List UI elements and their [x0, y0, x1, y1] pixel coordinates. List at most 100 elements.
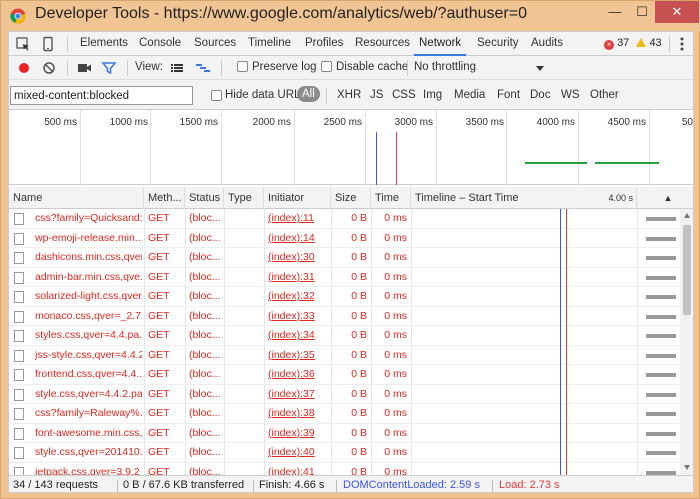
- scroll-down-icon[interactable]: [684, 465, 690, 470]
- table-row[interactable]: monaco.css,qver=_2.7.... GET (bloc... (inde…: [9, 307, 679, 326]
- chevron-down-icon[interactable]: [536, 66, 544, 71]
- type-filter-ws[interactable]: WS: [561, 89, 580, 101]
- request-initiator[interactable]: (index):11: [268, 209, 330, 228]
- overview-waterfall-icon[interactable]: [195, 60, 211, 76]
- table-row[interactable]: jss-style.css,qver=4.4.2... GET (bloc... (i…: [9, 346, 679, 365]
- file-icon: [14, 213, 24, 225]
- table-row[interactable]: font-awesome.min.css,... GET (bloc... (inde…: [9, 424, 679, 443]
- capture-screenshots-icon[interactable]: [76, 60, 92, 76]
- title-bar[interactable]: Developer Tools - https://www.google.com…: [1, 1, 700, 31]
- tab-console[interactable]: Console: [139, 32, 181, 56]
- request-initiator[interactable]: (index):39: [268, 424, 330, 443]
- preserve-log-checkbox[interactable]: [237, 61, 248, 72]
- table-scrollbar[interactable]: [680, 209, 693, 475]
- type-filter-xhr[interactable]: XHR: [337, 89, 361, 101]
- disable-cache-checkbox[interactable]: [321, 61, 332, 72]
- request-initiator[interactable]: (index):33: [268, 307, 330, 326]
- request-initiator[interactable]: (index):31: [268, 268, 330, 287]
- type-filter-img[interactable]: Img: [423, 89, 442, 101]
- filter-input[interactable]: [10, 86, 193, 105]
- column-status[interactable]: Status: [185, 187, 224, 209]
- overview-tick-label: 3500 ms: [465, 117, 504, 128]
- console-counts[interactable]: × 37 43: [604, 37, 662, 50]
- request-name: css?family=Raleway%...: [35, 407, 142, 419]
- table-row[interactable]: wp-emoji-release.min.... GET (bloc... (inde…: [9, 229, 679, 248]
- request-initiator[interactable]: (index):14: [268, 229, 330, 248]
- column-type[interactable]: Type: [224, 187, 264, 209]
- disable-cache-label[interactable]: Disable cache: [336, 61, 408, 73]
- table-row[interactable]: admin-bar.min.css,qve... GET (bloc... (inde…: [9, 268, 679, 287]
- tab-network[interactable]: Network: [414, 32, 467, 56]
- more-options-icon[interactable]: [676, 36, 688, 52]
- inspect-element-icon[interactable]: [15, 36, 31, 52]
- filter-icon[interactable]: [101, 60, 117, 76]
- overview-tick-label: 500 ms: [44, 117, 77, 128]
- network-overview[interactable]: 500 ms 1000 ms 1500 ms 2000 ms 2500 ms 3…: [9, 110, 693, 185]
- waterfall-bar: [646, 275, 676, 280]
- record-icon[interactable]: [16, 60, 32, 76]
- type-filter-other[interactable]: Other: [590, 89, 619, 101]
- request-name: admin-bar.min.css,qve...: [35, 270, 142, 283]
- column-initiator[interactable]: Initiator: [264, 187, 331, 209]
- tab-profiles[interactable]: Profiles: [305, 32, 343, 56]
- type-filter-all[interactable]: All: [297, 86, 320, 102]
- table-row[interactable]: style.css,qver=4.4.2.pa... GET (bloc... (in…: [9, 385, 679, 404]
- request-name: dashicons.min.css,qver...: [35, 251, 142, 263]
- tab-audits[interactable]: Audits: [531, 32, 563, 56]
- device-mode-icon[interactable]: [40, 36, 56, 52]
- close-button[interactable]: ✕: [655, 1, 699, 23]
- minimize-button[interactable]: —: [601, 1, 629, 23]
- request-time: 0 ms: [384, 212, 407, 224]
- column-time[interactable]: Time: [371, 187, 411, 209]
- tab-resources[interactable]: Resources: [355, 32, 410, 56]
- preserve-log-label[interactable]: Preserve log: [252, 61, 317, 73]
- type-filter-font[interactable]: Font: [497, 89, 520, 101]
- request-size: 0 B: [351, 426, 367, 439]
- request-size: 0 B: [351, 231, 367, 244]
- request-initiator[interactable]: (index):36: [268, 365, 330, 384]
- clear-icon[interactable]: [41, 60, 57, 76]
- throttling-select[interactable]: No throttling: [414, 61, 476, 73]
- request-initiator[interactable]: (index):30: [268, 248, 330, 267]
- table-row[interactable]: style.css,qver=201410... GET (bloc... (inde…: [9, 443, 679, 463]
- hide-data-urls-label[interactable]: Hide data URLs: [225, 89, 306, 101]
- type-filter-css[interactable]: CSS: [392, 89, 416, 101]
- type-filter-media[interactable]: Media: [454, 89, 485, 101]
- request-initiator[interactable]: (index):37: [268, 385, 330, 404]
- file-icon: [14, 291, 24, 303]
- table-row[interactable]: css?family=Quicksand:... GET (bloc... (inde…: [9, 209, 679, 229]
- large-rows-icon[interactable]: [169, 60, 185, 76]
- request-size: 0 B: [351, 407, 367, 419]
- table-row[interactable]: frontend.css,qver=4.4.... GET (bloc... (ind…: [9, 365, 679, 385]
- column-size[interactable]: Size: [331, 187, 371, 209]
- type-filter-doc[interactable]: Doc: [530, 89, 550, 101]
- request-initiator[interactable]: (index):35: [268, 346, 330, 365]
- request-initiator[interactable]: (index):38: [268, 404, 330, 423]
- table-row[interactable]: styles.css,qver=4.4.pa... GET (bloc... (ind…: [9, 326, 679, 346]
- column-name[interactable]: Name: [9, 187, 144, 209]
- table-row[interactable]: dashicons.min.css,qver... GET (bloc... (ind…: [9, 248, 679, 268]
- request-initiator[interactable]: (index):32: [268, 287, 330, 306]
- request-time: 0 ms: [384, 446, 407, 458]
- tab-timeline[interactable]: Timeline: [248, 32, 291, 56]
- maximize-button[interactable]: ☐: [629, 1, 655, 23]
- scroll-up-icon[interactable]: [684, 213, 690, 218]
- requests-table-body: css?family=Quicksand:... GET (bloc... (inde…: [9, 209, 679, 475]
- file-icon: [14, 330, 24, 342]
- column-method[interactable]: Meth...: [144, 187, 185, 209]
- table-row[interactable]: jetpack.css,qver=3.9.2 GET (bloc... (index)…: [9, 463, 679, 476]
- table-row[interactable]: solarized-light.css,qver... GET (bloc... (i…: [9, 287, 679, 307]
- tab-security[interactable]: Security: [477, 32, 519, 56]
- hide-data-urls-checkbox[interactable]: [211, 90, 222, 101]
- filter-bar: Hide data URLs All XHR JS CSS Img Media …: [9, 80, 693, 110]
- tab-sources[interactable]: Sources: [194, 32, 236, 56]
- scroll-thumb[interactable]: [683, 225, 691, 315]
- request-time: 0 ms: [384, 309, 407, 322]
- request-initiator[interactable]: (index):40: [268, 443, 330, 462]
- request-initiator[interactable]: (index):41: [268, 463, 330, 476]
- sort-ascending-icon[interactable]: ▲: [637, 187, 693, 209]
- tab-elements[interactable]: Elements: [80, 32, 128, 56]
- table-row[interactable]: css?family=Raleway%... GET (bloc... (index)…: [9, 404, 679, 424]
- type-filter-js[interactable]: JS: [370, 89, 383, 101]
- request-initiator[interactable]: (index):34: [268, 326, 330, 345]
